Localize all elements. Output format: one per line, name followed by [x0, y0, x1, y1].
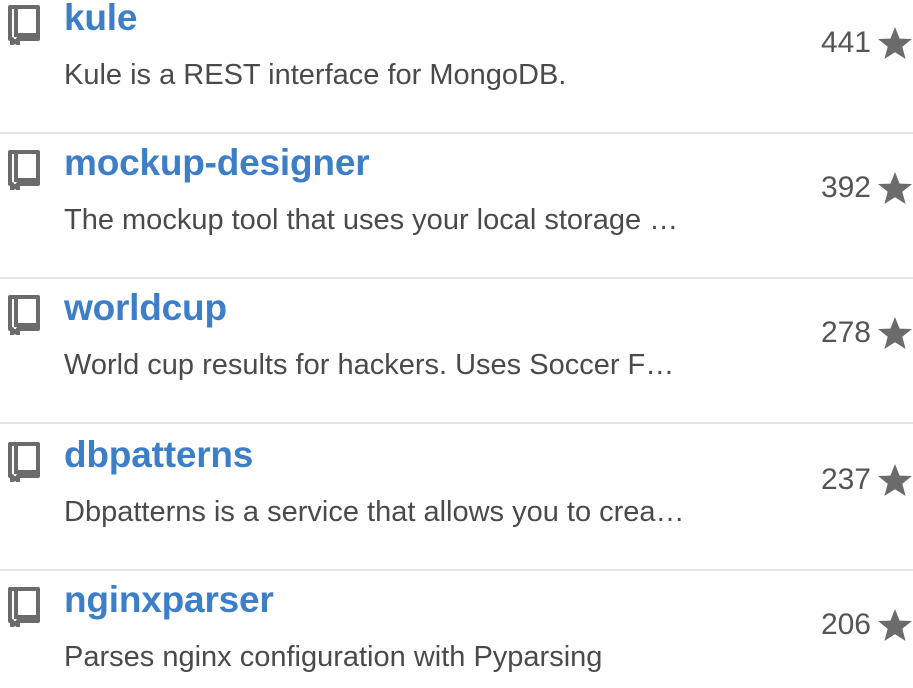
repo-book-icon — [8, 295, 40, 335]
star-icon — [878, 609, 912, 641]
repo-book-icon — [8, 442, 40, 482]
repo-description: The mockup tool that uses your local sto… — [64, 204, 679, 236]
star-count-group: 441 — [821, 26, 913, 60]
repo-name-link[interactable]: kule — [64, 0, 137, 39]
repo-item-nginxparser[interactable]: nginxparser Parses nginx configuration w… — [0, 571, 913, 688]
repository-list: kule Kule is a REST interface for MongoD… — [0, 0, 913, 688]
repo-book-icon — [8, 150, 40, 190]
star-icon — [878, 464, 912, 496]
star-count-group: 237 — [821, 463, 913, 497]
star-icon — [878, 172, 912, 204]
star-icon — [878, 27, 912, 59]
star-count-group: 392 — [821, 171, 913, 205]
star-count: 441 — [820, 26, 871, 59]
repo-book-icon — [8, 5, 40, 45]
repo-description: Parses nginx configuration with Pyparsin… — [64, 641, 603, 673]
star-count-group: 206 — [821, 608, 913, 642]
repo-name-link[interactable]: mockup-designer — [64, 142, 370, 184]
repo-item-kule[interactable]: kule Kule is a REST interface for MongoD… — [0, 0, 913, 134]
star-count: 278 — [820, 316, 871, 349]
repo-description: Dbpatterns is a service that allows you … — [64, 496, 685, 528]
repo-description: Kule is a REST interface for MongoDB. — [64, 59, 567, 91]
repo-name-link[interactable]: nginxparser — [64, 579, 274, 621]
star-count: 392 — [820, 171, 871, 204]
repo-name-link[interactable]: dbpatterns — [64, 434, 253, 476]
repo-item-dbpatterns[interactable]: dbpatterns Dbpatterns is a service that … — [0, 426, 913, 571]
repo-item-mockup-designer[interactable]: mockup-designer The mockup tool that use… — [0, 134, 913, 279]
star-count: 237 — [820, 463, 871, 496]
repo-book-icon — [8, 587, 40, 627]
star-count-group: 278 — [821, 316, 913, 350]
row-divider — [0, 422, 913, 424]
repo-description: World cup results for hackers. Uses Socc… — [64, 349, 675, 381]
repo-item-worldcup[interactable]: worldcup World cup results for hackers. … — [0, 279, 913, 424]
star-count: 206 — [820, 608, 871, 641]
repo-name-link[interactable]: worldcup — [64, 287, 227, 329]
star-icon — [878, 317, 912, 349]
